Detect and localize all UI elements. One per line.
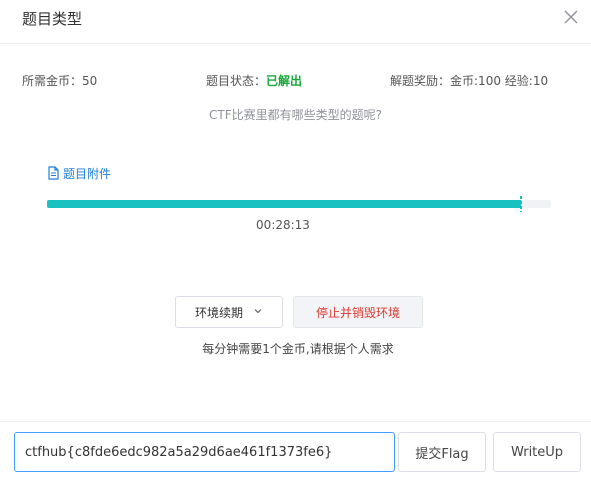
renew-label: 环境续期 xyxy=(194,305,243,320)
time-progress-bar xyxy=(47,200,551,208)
challenge-dialog: 题目类型 所需金币：50 题目状态：已解出 解题奖励：金币:100 经验:10 … xyxy=(0,0,591,481)
renew-environment-dropdown[interactable]: 环境续期 xyxy=(175,296,283,328)
status-label: 题目状态： xyxy=(206,74,267,88)
flag-input[interactable] xyxy=(14,432,395,472)
cost-info: 所需金币：50 xyxy=(22,72,97,90)
reward-info: 解题奖励：金币:100 经验:10 xyxy=(390,72,548,90)
dialog-title: 题目类型 xyxy=(22,10,83,28)
destroy-environment-button[interactable]: 停止并销毁环境 xyxy=(293,296,423,328)
submit-flag-button[interactable]: 提交Flag xyxy=(398,432,486,472)
attachment-link[interactable]: 题目附件 xyxy=(47,164,111,182)
progress-marker xyxy=(520,196,522,212)
countdown-timer: 00:28:13 xyxy=(256,218,310,232)
status-info: 题目状态：已解出 xyxy=(206,72,302,90)
dialog-header: 题目类型 xyxy=(0,0,591,44)
close-icon[interactable] xyxy=(562,8,580,26)
status-badge: 已解出 xyxy=(266,74,303,88)
cost-value: 50 xyxy=(82,74,98,88)
file-icon xyxy=(47,166,60,180)
writeup-button[interactable]: WriteUp xyxy=(493,432,581,472)
attachment-label: 题目附件 xyxy=(63,166,112,181)
time-progress-fill xyxy=(47,200,521,208)
reward-value: 金币:100 经验:10 xyxy=(450,74,549,88)
question-text: CTF比赛里都有哪些类型的题呢? xyxy=(209,108,382,122)
reward-label: 解题奖励： xyxy=(390,74,451,88)
cost-hint: 每分钟需要1个金币,请根据个人需求 xyxy=(202,342,394,356)
cost-label: 所需金币： xyxy=(22,74,83,88)
chevron-down-icon xyxy=(253,305,263,319)
